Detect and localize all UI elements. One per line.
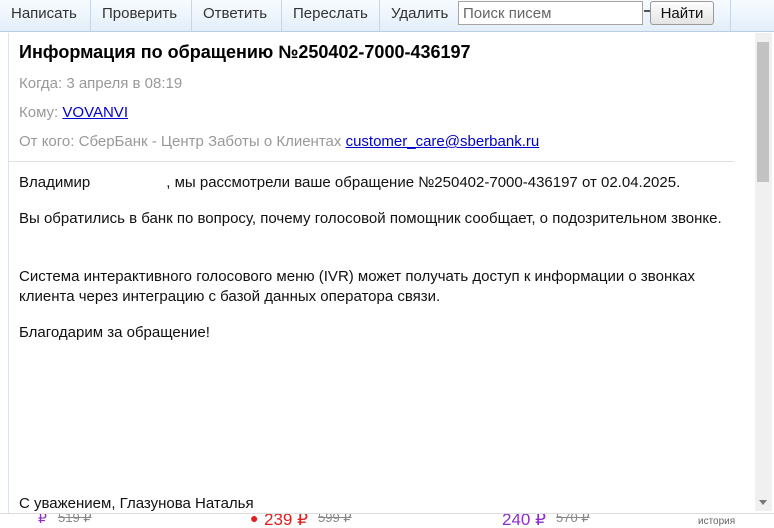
sender-name: СберБанк - Центр Заботы о Клиентах	[78, 133, 342, 150]
scrollbar-thumb[interactable]	[757, 42, 769, 182]
message-recipient: Кому: VOVANVI	[19, 104, 128, 121]
check-mail-button[interactable]: Проверить	[91, 0, 192, 31]
sender-label: От кого:	[19, 133, 75, 150]
signature-line: С уважением, Глазунова Наталья	[19, 495, 254, 512]
forward-button[interactable]: Переслать	[282, 0, 380, 31]
item1-old-price: 519 ₽	[58, 513, 92, 525]
background-page-strip: ₽ 519 ₽ ● 239 ₽ 599 ₽ 240 ₽ 570 ₽ истори…	[0, 513, 774, 528]
search-input[interactable]	[458, 1, 643, 25]
message-view: Информация по обращению №250402-7000-436…	[8, 33, 755, 513]
message-subject: Информация по обращению №250402-7000-436…	[19, 42, 471, 62]
item3-old-price: 570 ₽	[556, 513, 590, 525]
ruble-icon: ₽	[38, 513, 47, 526]
sender-email-link[interactable]: customer_care@sberbank.ru	[346, 133, 540, 150]
delete-button[interactable]: Удалить	[380, 0, 458, 31]
history-label: история	[698, 516, 736, 527]
find-button[interactable]: Найти	[650, 1, 714, 25]
recipient-link[interactable]: VOVANVI	[62, 104, 128, 121]
greeting-text: , мы рассмотрели ваше обращение №250402-…	[166, 174, 681, 191]
recipient-label: Кому:	[19, 104, 59, 121]
body-paragraph-2: Система интерактивного голосового меню (…	[19, 268, 695, 305]
date-label: Когда:	[19, 75, 63, 92]
date-value: 3 апреля в 08:19	[66, 75, 183, 92]
reply-button[interactable]: Ответить	[192, 0, 282, 31]
greeting-line: Владимир , мы рассмотрели ваше обращение …	[19, 173, 729, 193]
compose-button[interactable]: Написать	[0, 0, 91, 31]
scroll-down-arrow-icon[interactable]	[759, 500, 767, 505]
mail-toolbar: Написать Проверить Ответить Переслать Уд…	[0, 0, 774, 32]
body-paragraph-3: Благодарим за обращение!	[19, 324, 210, 341]
greeting-name: Владимир	[19, 174, 91, 191]
toolbar-divider	[730, 0, 731, 31]
message-date: Когда: 3 апреля в 08:19	[19, 75, 182, 92]
item3-price: 240 ₽	[502, 513, 546, 528]
body-paragraph-1: Вы обратились в банк по вопросу, почему …	[19, 210, 722, 227]
item2-price: 239 ₽	[264, 513, 308, 528]
discount-dot-icon: ●	[250, 513, 259, 526]
message-sender: От кого: СберБанк - Центр Заботы о Клиен…	[19, 133, 539, 150]
header-divider	[9, 161, 734, 162]
item2-old-price: 599 ₽	[318, 513, 352, 525]
